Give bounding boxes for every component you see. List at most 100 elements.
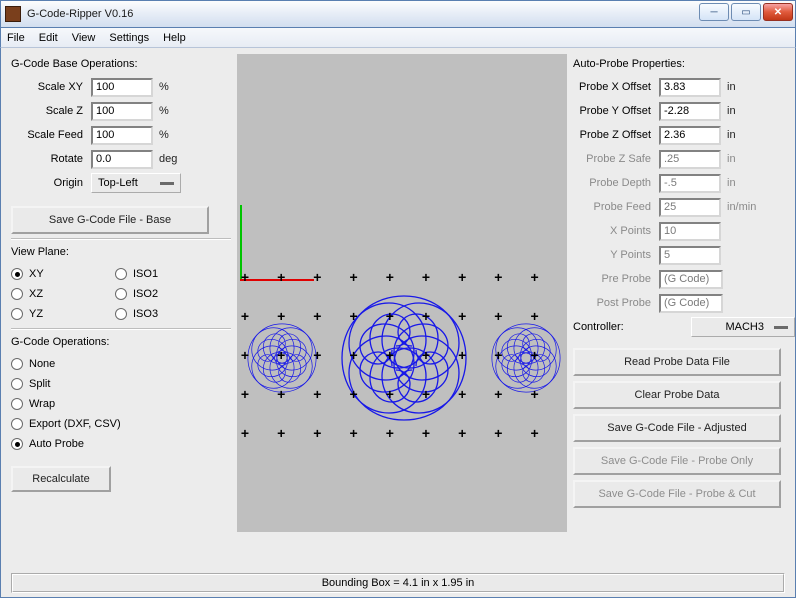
probe-point-icon: + bbox=[383, 426, 397, 440]
preview-canvas[interactable]: ++++++++++++++++++++++++++++++++++++++++… bbox=[237, 54, 567, 532]
radio-wrap[interactable]: Wrap bbox=[11, 394, 231, 414]
controller-label: Controller: bbox=[573, 321, 647, 333]
zoff-input[interactable] bbox=[659, 126, 721, 145]
radio-none[interactable]: None bbox=[11, 354, 231, 374]
radio-xz[interactable]: XZ bbox=[11, 284, 115, 304]
save-adjusted-button[interactable]: Save G-Code File - Adjusted bbox=[573, 414, 781, 442]
probe-point-icon: + bbox=[274, 270, 288, 284]
probe-point-icon: + bbox=[528, 270, 542, 284]
recalc-button[interactable]: Recalculate bbox=[11, 466, 111, 492]
probe-point-icon: + bbox=[383, 270, 397, 284]
scalez-unit: % bbox=[159, 105, 169, 117]
probe-point-icon: + bbox=[491, 387, 505, 401]
probe-point-icon: + bbox=[274, 387, 288, 401]
left-panel: G-Code Base Operations: Scale XY % Scale… bbox=[11, 54, 231, 569]
ypts-input[interactable] bbox=[659, 246, 721, 265]
probe-point-icon: + bbox=[455, 309, 469, 323]
probe-point-icon: + bbox=[528, 309, 542, 323]
radio-iso1[interactable]: ISO1 bbox=[115, 264, 158, 284]
probe-point-icon: + bbox=[455, 348, 469, 362]
xoff-input[interactable] bbox=[659, 78, 721, 97]
ops-title: G-Code Operations: bbox=[11, 336, 231, 348]
window-buttons: ─ ▭ ✕ bbox=[699, 3, 793, 21]
probe-point-icon: + bbox=[274, 348, 288, 362]
menu-settings[interactable]: Settings bbox=[109, 32, 149, 44]
pre-label: Pre Probe bbox=[573, 273, 659, 285]
rotate-input[interactable] bbox=[91, 150, 153, 169]
scalez-input[interactable] bbox=[91, 102, 153, 121]
scalefeed-row: Scale Feed % bbox=[11, 124, 231, 146]
toolpath-preview bbox=[240, 275, 567, 441]
probe-point-icon: + bbox=[310, 348, 324, 362]
xpts-input[interactable] bbox=[659, 222, 721, 241]
radio-yz[interactable]: YZ bbox=[11, 304, 115, 324]
probe-point-icon: + bbox=[491, 348, 505, 362]
radio-dot-icon bbox=[115, 308, 127, 320]
probe-point-icon: + bbox=[455, 387, 469, 401]
xpts-label: X Points bbox=[573, 225, 659, 237]
probe-point-icon: + bbox=[491, 309, 505, 323]
post-input[interactable] bbox=[659, 294, 723, 313]
maximize-button[interactable]: ▭ bbox=[731, 3, 761, 21]
feed-input[interactable] bbox=[659, 198, 721, 217]
probe-point-icon: + bbox=[491, 426, 505, 440]
scalefeed-input[interactable] bbox=[91, 126, 153, 145]
menubar: File Edit View Settings Help bbox=[0, 28, 796, 48]
radio-iso3[interactable]: ISO3 bbox=[115, 304, 158, 324]
read-probe-button[interactable]: Read Probe Data File bbox=[573, 348, 781, 376]
origin-option[interactable]: Top-Left bbox=[91, 173, 181, 193]
scalexy-input[interactable] bbox=[91, 78, 153, 97]
controller-option[interactable]: MACH3 bbox=[691, 317, 795, 337]
menu-edit[interactable]: Edit bbox=[39, 32, 58, 44]
probe-point-icon: + bbox=[347, 309, 361, 323]
radio-dot-icon bbox=[11, 268, 23, 280]
pre-input[interactable] bbox=[659, 270, 723, 289]
radio-dot-icon bbox=[11, 308, 23, 320]
status-bar: Bounding Box = 4.1 in x 1.95 in bbox=[11, 573, 785, 593]
radio-auto[interactable]: Auto Probe bbox=[11, 434, 231, 454]
app-icon bbox=[5, 6, 21, 22]
menu-help[interactable]: Help bbox=[163, 32, 186, 44]
probe-point-icon: + bbox=[419, 387, 433, 401]
radio-split[interactable]: Split bbox=[11, 374, 231, 394]
menu-view[interactable]: View bbox=[72, 32, 96, 44]
xoff-unit: in bbox=[727, 81, 736, 93]
origin-row: Origin Top-Left bbox=[11, 172, 231, 194]
zsafe-input[interactable] bbox=[659, 150, 721, 169]
viewplane-title: View Plane: bbox=[11, 246, 231, 258]
yoff-input[interactable] bbox=[659, 102, 721, 121]
radio-xy[interactable]: XY bbox=[11, 264, 115, 284]
save-base-button[interactable]: Save G-Code File - Base bbox=[11, 206, 209, 234]
origin-label: Origin bbox=[11, 177, 91, 189]
probe-point-icon: + bbox=[455, 426, 469, 440]
dropdown-bar-icon bbox=[774, 326, 788, 329]
depth-input[interactable] bbox=[659, 174, 721, 193]
zsafe-unit: in bbox=[727, 153, 736, 165]
minimize-button[interactable]: ─ bbox=[699, 3, 729, 21]
yoff-label: Probe Y Offset bbox=[573, 105, 659, 117]
post-label: Post Probe bbox=[573, 297, 659, 309]
radio-export[interactable]: Export (DXF, CSV) bbox=[11, 414, 231, 434]
probe-point-icon: + bbox=[491, 270, 505, 284]
probe-point-icon: + bbox=[238, 426, 252, 440]
scalexy-row: Scale XY % bbox=[11, 76, 231, 98]
radio-dot-icon bbox=[115, 268, 127, 280]
clear-probe-button[interactable]: Clear Probe Data bbox=[573, 381, 781, 409]
radio-iso2[interactable]: ISO2 bbox=[115, 284, 158, 304]
zsafe-label: Probe Z Safe bbox=[573, 153, 659, 165]
probe-point-icon: + bbox=[274, 309, 288, 323]
probe-point-icon: + bbox=[238, 348, 252, 362]
rotate-unit: deg bbox=[159, 153, 177, 165]
right-panel: Auto-Probe Properties: Probe X Offsetin … bbox=[573, 54, 795, 569]
radio-dot-icon bbox=[11, 378, 23, 390]
close-button[interactable]: ✕ bbox=[763, 3, 793, 21]
probe-point-icon: + bbox=[310, 270, 324, 284]
probe-point-icon: + bbox=[455, 270, 469, 284]
window-title: G-Code-Ripper V0.16 bbox=[27, 8, 133, 20]
probe-point-icon: + bbox=[238, 309, 252, 323]
menu-file[interactable]: File bbox=[7, 32, 25, 44]
probe-title: Auto-Probe Properties: bbox=[573, 58, 795, 70]
scalefeed-unit: % bbox=[159, 129, 169, 141]
probe-point-icon: + bbox=[383, 348, 397, 362]
probe-point-icon: + bbox=[347, 426, 361, 440]
